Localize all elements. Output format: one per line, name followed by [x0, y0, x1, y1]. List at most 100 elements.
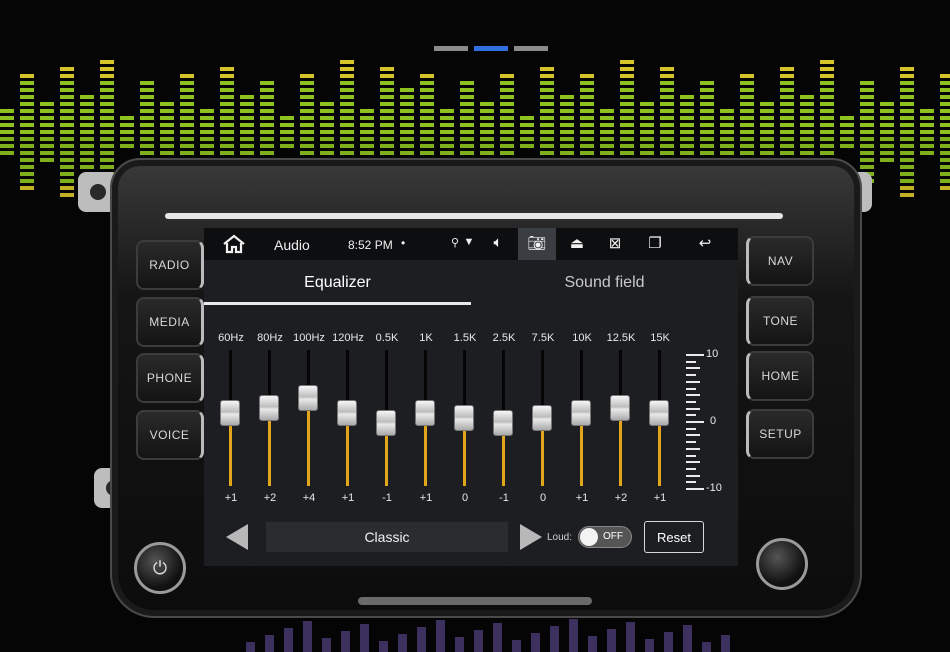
visualizer-segment — [380, 95, 394, 99]
previous-preset-arrow-icon[interactable] — [226, 524, 248, 550]
eq-band-slider[interactable]: 2.5K -1 — [485, 312, 523, 512]
visualizer-segment — [40, 116, 54, 120]
reset-button[interactable]: Reset — [644, 521, 704, 553]
visualizer-segment — [500, 81, 514, 85]
eject-icon[interactable]: ⏏ — [566, 234, 588, 254]
next-preset-arrow-icon[interactable] — [520, 524, 542, 550]
visualizer-floor-bar — [265, 635, 274, 652]
visualizer-segment — [720, 137, 734, 141]
visualizer-segment — [460, 109, 474, 113]
visualizer-segment — [840, 144, 854, 148]
eq-band-frequency: 12.5K — [606, 332, 636, 344]
carousel-dot-active[interactable] — [474, 46, 508, 51]
media-button[interactable]: MEDIA — [136, 297, 204, 347]
camera-icon[interactable]: 📷︎ — [518, 228, 556, 260]
eq-band-thumb[interactable] — [376, 410, 396, 436]
preset-name[interactable]: Classic — [266, 522, 508, 552]
tab-sound-field[interactable]: Sound field — [471, 260, 738, 306]
eq-band-thumb[interactable] — [649, 400, 669, 426]
visualizer-segment — [820, 81, 834, 85]
power-volume-knob[interactable]: ⏻ — [134, 542, 186, 594]
voice-button[interactable]: VOICE — [136, 410, 204, 460]
eq-band-thumb[interactable] — [259, 395, 279, 421]
eq-band-thumb[interactable] — [493, 410, 513, 436]
eq-band-thumb[interactable] — [220, 400, 240, 426]
visualizer-segment — [720, 151, 734, 155]
phone-button[interactable]: PHONE — [136, 353, 204, 403]
eq-band-slider[interactable]: 100Hz +4 — [290, 312, 328, 512]
visualizer-segment — [440, 144, 454, 148]
carousel-dot[interactable] — [434, 46, 468, 51]
carousel-dot[interactable] — [514, 46, 548, 51]
eq-band-thumb[interactable] — [610, 395, 630, 421]
visualizer-segment — [420, 95, 434, 99]
eq-band-value: 0 — [461, 492, 469, 504]
eq-band-slider[interactable]: 120Hz +1 — [329, 312, 367, 512]
visualizer-segment — [680, 137, 694, 141]
home-icon[interactable] — [222, 234, 246, 254]
visualizer-segment — [340, 60, 354, 64]
volume-icon[interactable]: 🔈︎ — [487, 234, 509, 254]
tab-equalizer[interactable]: Equalizer — [204, 260, 471, 306]
eq-band-thumb[interactable] — [571, 400, 591, 426]
eq-band-thumb[interactable] — [454, 405, 474, 431]
visualizer-segment — [240, 95, 254, 99]
tune-knob[interactable] — [756, 538, 808, 590]
visualizer-segment — [940, 88, 950, 92]
eq-band-slider[interactable]: 15K +1 — [641, 312, 679, 512]
visualizer-segment — [740, 81, 754, 85]
visualizer-segment — [940, 172, 950, 176]
visualizer-segment — [880, 123, 894, 127]
close-window-icon[interactable]: ⊠ — [604, 234, 626, 254]
visualizer-segment — [440, 151, 454, 155]
eq-band-slider[interactable]: 0.5K -1 — [368, 312, 406, 512]
visualizer-segment — [760, 151, 774, 155]
visualizer-segment — [20, 186, 34, 190]
visualizer-segment — [380, 102, 394, 106]
visualizer-segment — [40, 109, 54, 113]
tone-button[interactable]: TONE — [746, 296, 814, 346]
radio-button[interactable]: RADIO — [136, 240, 204, 290]
visualizer-floor-bar — [702, 642, 711, 652]
visualizer-segment — [540, 130, 554, 134]
visualizer-segment — [900, 74, 914, 78]
setup-button[interactable]: SETUP — [746, 409, 814, 459]
eq-band-slider[interactable]: 60Hz +1 — [212, 312, 250, 512]
visualizer-segment — [140, 109, 154, 113]
nav-button[interactable]: NAV — [746, 236, 814, 286]
eq-band-slider[interactable]: 12.5K +2 — [602, 312, 640, 512]
eq-band-thumb[interactable] — [415, 400, 435, 426]
visualizer-segment — [580, 130, 594, 134]
visualizer-segment — [140, 137, 154, 141]
home-button[interactable]: HOME — [746, 351, 814, 401]
visualizer-segment — [820, 95, 834, 99]
eq-band-thumb[interactable] — [337, 400, 357, 426]
visualizer-segment — [60, 144, 74, 148]
visualizer-segment — [440, 137, 454, 141]
visualizer-segment — [100, 151, 114, 155]
eq-band-thumb[interactable] — [532, 405, 552, 431]
loudness-toggle[interactable]: OFF — [578, 526, 632, 548]
visualizer-segment — [360, 123, 374, 127]
visualizer-segment — [300, 123, 314, 127]
visualizer-segment — [80, 116, 94, 120]
visualizer-segment — [640, 144, 654, 148]
back-icon[interactable]: ↩ — [694, 234, 716, 254]
eq-band-slider[interactable]: 1.5K 0 — [446, 312, 484, 512]
visualizer-segment — [80, 144, 94, 148]
visualizer-segment — [560, 95, 574, 99]
visualizer-segment — [220, 151, 234, 155]
visualizer-segment — [20, 123, 34, 127]
visualizer-segment — [100, 95, 114, 99]
visualizer-segment — [180, 109, 194, 113]
visualizer-segment — [160, 151, 174, 155]
eq-band-slider[interactable]: 7.5K 0 — [524, 312, 562, 512]
eq-band-thumb[interactable] — [298, 385, 318, 411]
eq-band-slider[interactable]: 80Hz +2 — [251, 312, 289, 512]
eq-band-slider[interactable]: 10K +1 — [563, 312, 601, 512]
eq-band-slider[interactable]: 1K +1 — [407, 312, 445, 512]
visualizer-segment — [600, 116, 614, 120]
visualizer-segment — [480, 102, 494, 106]
visualizer-segment — [880, 109, 894, 113]
multi-window-icon[interactable]: ❐ — [644, 234, 666, 254]
